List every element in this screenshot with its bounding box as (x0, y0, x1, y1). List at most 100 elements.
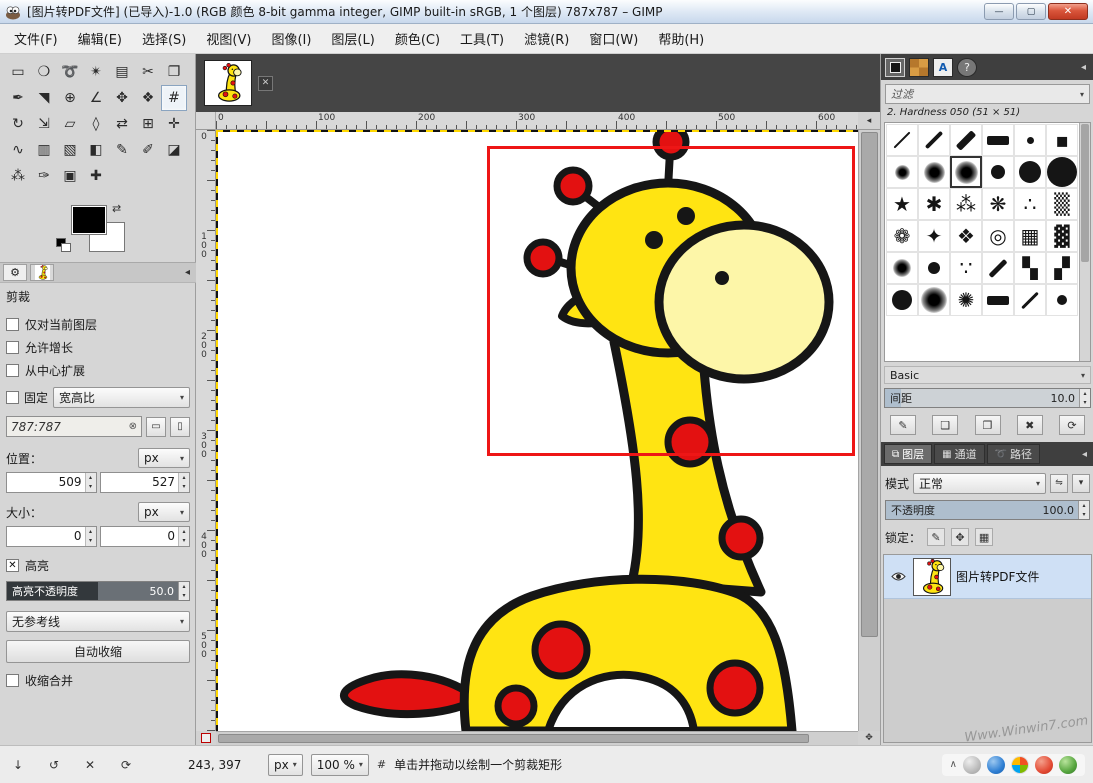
brush-line-medium[interactable] (918, 124, 950, 156)
refresh-brushes-button[interactable]: ⟳ (1059, 415, 1085, 435)
tool-rectangle-select[interactable]: ▭ (5, 59, 31, 85)
brush-hard-small[interactable] (982, 156, 1014, 188)
tool-foreground-select[interactable]: ❐ (161, 59, 187, 85)
guides-select[interactable]: 无参考线 ▾ (6, 611, 190, 632)
horizontal-ruler[interactable]: 0100200300400500600 (216, 112, 858, 130)
menu-image[interactable]: 图像(I) (261, 25, 321, 52)
spinner-arrows-icon[interactable]: ▴▾ (1079, 389, 1090, 407)
brush-hardness-050[interactable] (950, 156, 982, 188)
brush-line-3[interactable] (1014, 284, 1046, 316)
canvas-menu-button[interactable]: ◂ (858, 112, 880, 130)
spinner-arrows-icon[interactable]: ▴▾ (1078, 501, 1089, 519)
lock-position-icon[interactable]: ✥ (951, 528, 969, 546)
tool-shear[interactable]: ▱ (57, 111, 83, 137)
brush-shade[interactable]: ▓ (1046, 220, 1078, 252)
brush-square-small[interactable]: ▪ (1046, 124, 1078, 156)
tray-app-icon[interactable] (1035, 756, 1053, 774)
tool-heal[interactable]: ✚ (83, 163, 109, 189)
aspect-ratio-input[interactable]: 787:787 ⊗ (6, 416, 142, 437)
tool-ink[interactable]: ✑ (31, 163, 57, 189)
patterns-tab[interactable] (909, 58, 929, 77)
brush-streak[interactable] (982, 252, 1014, 284)
tool-handle-transform[interactable]: ✛ (161, 111, 187, 137)
dialog-menu-icon[interactable]: ◂ (1078, 62, 1089, 73)
menu-view[interactable]: 视图(V) (196, 25, 261, 52)
horizontal-scrollbar-thumb[interactable] (218, 734, 809, 743)
history-tab[interactable]: ? (957, 58, 977, 77)
vertical-ruler[interactable]: 0100200300400500600 (196, 130, 216, 731)
tool-gradient[interactable]: ▧ (57, 137, 83, 163)
tool-fuzzy-select[interactable]: ✴ (83, 59, 109, 85)
clear-icon[interactable]: ⊗ (129, 421, 137, 432)
menu-select[interactable]: 选择(S) (132, 25, 196, 52)
tool-perspective[interactable]: ◊ (83, 111, 109, 137)
tool-eraser[interactable]: ◪ (161, 137, 187, 163)
allow-growing-checkbox[interactable] (6, 341, 19, 354)
size-y-input[interactable]: 0 ▴▾ (100, 526, 191, 547)
image-thumbnail-tab[interactable] (30, 264, 54, 281)
mode-default-button[interactable]: ▾ (1072, 474, 1090, 493)
tab-layers[interactable]: ⧉ 图层 (884, 444, 932, 464)
tool-ellipse-select[interactable]: ❍ (31, 59, 57, 85)
quick-mask-toggle[interactable] (196, 731, 216, 745)
menu-tools[interactable]: 工具(T) (450, 25, 514, 52)
tool-clone[interactable]: ▣ (57, 163, 83, 189)
brush-patch[interactable]: ▚ (1014, 252, 1046, 284)
lock-alpha-icon[interactable]: ▦ (975, 528, 993, 546)
tab-channels[interactable]: ▦ 通道 (934, 444, 984, 464)
menu-file[interactable]: 文件(F) (4, 25, 68, 52)
tool-scale[interactable]: ⇲ (31, 111, 57, 137)
foreground-color-swatch[interactable] (72, 206, 106, 234)
tool-color-picker[interactable]: ◥ (31, 85, 57, 111)
tool-bucket-fill[interactable]: ◧ (83, 137, 109, 163)
brush-star-burst[interactable]: ✺ (950, 284, 982, 316)
image-tab[interactable] (204, 60, 252, 106)
highlight-opacity-slider[interactable]: 高亮不透明度 50.0 ▴▾ (6, 581, 190, 601)
dock-menu-icon[interactable]: ◂ (182, 267, 193, 278)
brush-ring[interactable]: ◎ (982, 220, 1014, 252)
spinner-arrows-icon[interactable]: ▴▾ (178, 527, 189, 546)
menu-layer[interactable]: 图层(L) (321, 25, 384, 52)
brush-burst[interactable]: ✱ (918, 188, 950, 220)
ruler-corner[interactable] (196, 112, 216, 130)
brush-bar-2[interactable] (982, 284, 1014, 316)
spinner-arrows-icon[interactable]: ▴▾ (85, 473, 96, 492)
edit-brush-button[interactable]: ✎ (890, 415, 916, 435)
vertical-scrollbar[interactable] (858, 130, 880, 731)
fonts-tab[interactable]: A (933, 58, 953, 77)
shrink-merged-checkbox[interactable] (6, 674, 19, 687)
brush-scrollbar-thumb[interactable] (1081, 124, 1089, 262)
layer-visible-icon[interactable] (888, 571, 908, 582)
brush-hard-round[interactable] (918, 252, 950, 284)
tool-align[interactable]: ❖ (135, 85, 161, 111)
tool-rotate[interactable]: ↻ (5, 111, 31, 137)
menu-windows[interactable]: 窗口(W) (579, 25, 648, 52)
tool-airbrush[interactable]: ⁂ (5, 163, 31, 189)
autoshrink-button[interactable]: 自动收缩 (6, 640, 190, 663)
landscape-icon[interactable]: ▭ (146, 417, 166, 437)
delete-brush-button[interactable]: ✖ (1017, 415, 1043, 435)
reset-tool-options-button[interactable]: ⟳ (116, 755, 136, 775)
image-tab-close-icon[interactable]: ✕ (258, 76, 273, 91)
brush-scrollbar[interactable] (1079, 123, 1090, 361)
brush-line-thin[interactable] (886, 124, 918, 156)
zoom-select[interactable]: 100 % ▾ (311, 754, 369, 776)
tool-move[interactable]: ✥ (109, 85, 135, 111)
menu-colors[interactable]: 颜色(C) (385, 25, 450, 52)
fixed-mode-select[interactable]: 宽高比 ▾ (53, 387, 190, 408)
position-y-input[interactable]: 527 ▴▾ (100, 472, 191, 493)
brush-hard-medium[interactable] (1014, 156, 1046, 188)
tool-cage-transform[interactable]: ▥ (31, 137, 57, 163)
close-button[interactable]: ✕ (1048, 3, 1088, 20)
tool-measure[interactable]: ∠ (83, 85, 109, 111)
spinner-arrows-icon[interactable]: ▴▾ (85, 527, 96, 546)
duplicate-brush-button[interactable]: ❐ (975, 415, 1001, 435)
tool-options-tab[interactable]: ⚙ (3, 264, 27, 281)
layer-row[interactable]: 图片转PDF文件 (884, 555, 1091, 599)
tool-pencil[interactable]: ✎ (109, 137, 135, 163)
brush-dots[interactable]: ∴ (1014, 188, 1046, 220)
delete-tool-preset-button[interactable]: ✕ (80, 755, 100, 775)
mode-switch-button[interactable]: ⇋ (1050, 474, 1068, 493)
brush-group-row[interactable]: Basic ▾ (884, 366, 1091, 384)
tab-paths[interactable]: ➰ 路径 (987, 444, 1040, 464)
